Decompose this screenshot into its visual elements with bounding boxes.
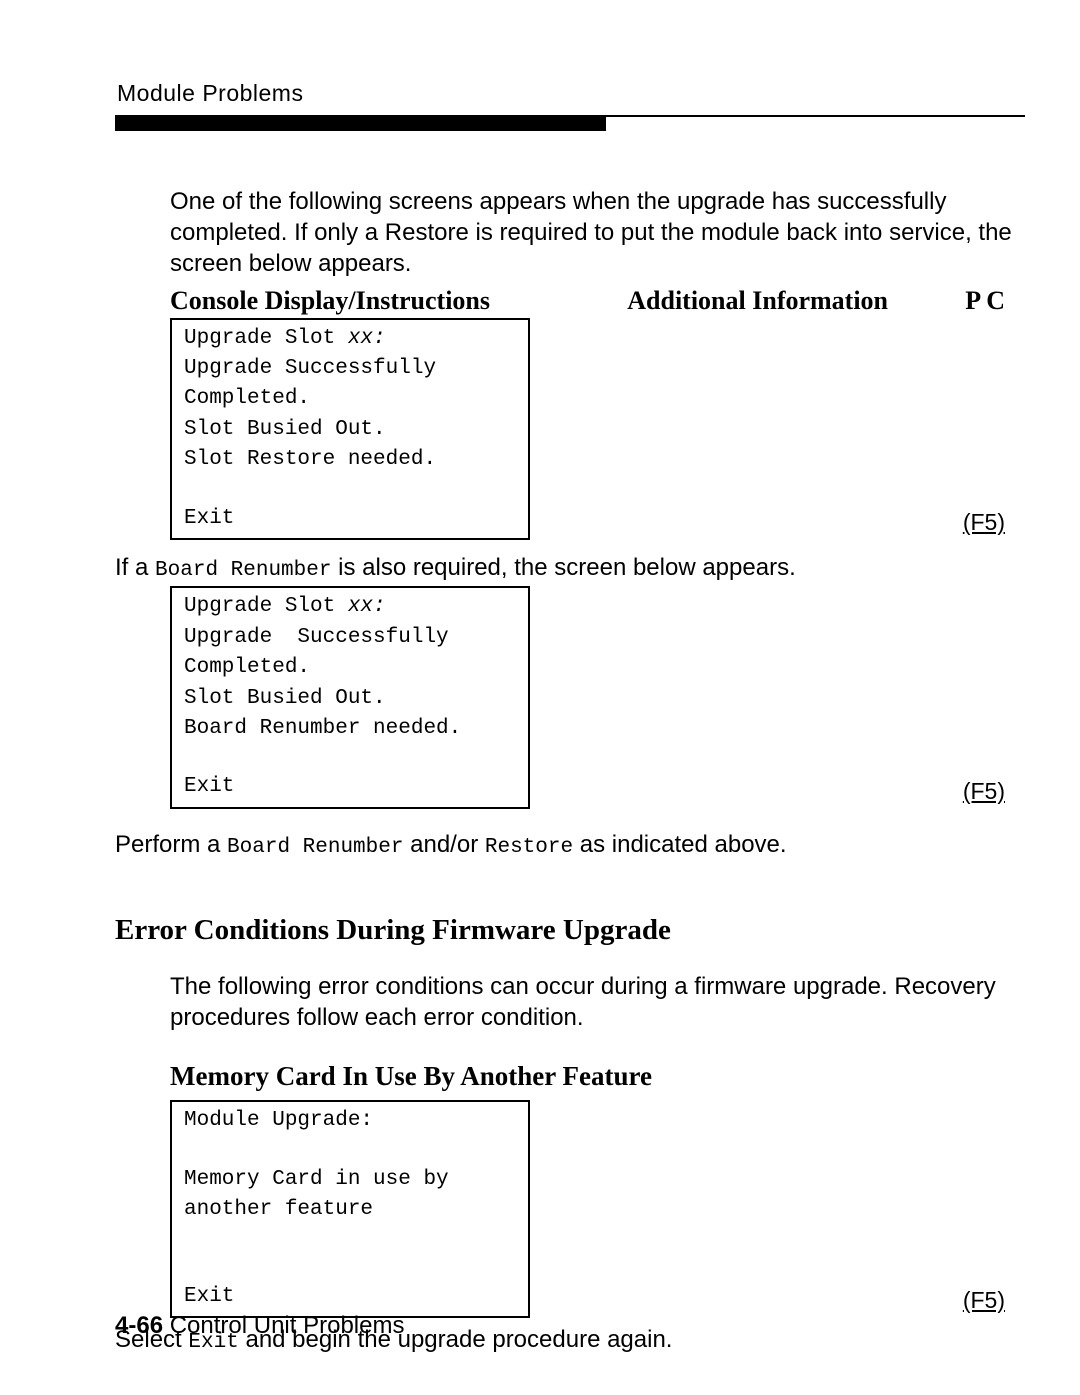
perform-mono1: Board Renumber [227, 836, 403, 859]
screen-2-row: Upgrade Slot xx: Upgrade Successfully Co… [170, 586, 1025, 809]
screen1-f5-key: (F5) [963, 509, 1005, 536]
screen2-line1a: Upgrade Slot [184, 595, 348, 618]
screen-2-box: Upgrade Slot xx: Upgrade Successfully Co… [170, 586, 530, 809]
screen1-line3: Completed. [184, 384, 516, 414]
screen3-exit: Exit [184, 1282, 516, 1312]
screen3-f5-key: (F5) [963, 1287, 1005, 1314]
additional-info-label: Additional Information [627, 286, 888, 316]
screen2-line1b: xx: [348, 595, 386, 618]
screen2-f5-key: (F5) [963, 778, 1005, 805]
screen1-line1b: xx: [348, 327, 386, 350]
screen1-line4: Slot Busied Out. [184, 415, 516, 445]
between1-post: is also required, the screen below appea… [331, 554, 795, 581]
perform-mono2: Restore [485, 836, 573, 859]
console-display-label: Console Display/Instructions [170, 286, 490, 316]
screen3-line1: Module Upgrade: [184, 1106, 516, 1136]
screen3-line4: another feature [184, 1195, 516, 1225]
error-section-body: The following error conditions can occur… [170, 971, 1025, 1033]
memcard-title: Memory Card In Use By Another Feature [170, 1061, 1025, 1092]
intro-paragraph: One of the following screens appears whe… [170, 186, 1025, 280]
screen-3-row: Module Upgrade: Memory Card in use by an… [170, 1100, 1025, 1318]
screen2-line3: Completed. [184, 653, 516, 683]
screen1-line2: Upgrade Successfully [184, 354, 516, 384]
screen1-line5: Slot Restore needed. [184, 445, 516, 475]
between1-pre: If a [115, 554, 155, 581]
screen2-line2: Upgrade Successfully [184, 623, 516, 653]
between1-mono: Board Renumber [155, 559, 331, 582]
pc-label: P C [965, 286, 1005, 316]
screen3-line3: Memory Card in use by [184, 1165, 516, 1195]
footer-label: Control Unit Problems [163, 1312, 404, 1339]
page-number: 4-66 [115, 1312, 163, 1339]
screen2-line4: Slot Busied Out. [184, 684, 516, 714]
console-header-row: Console Display/Instructions Additional … [170, 286, 1025, 316]
screen-1-box: Upgrade Slot xx: Upgrade Successfully Co… [170, 318, 530, 541]
running-head: Module Problems [115, 80, 1025, 113]
perform-post: as indicated above. [573, 831, 786, 858]
screen-1-row: Upgrade Slot xx: Upgrade Successfully Co… [170, 318, 1025, 541]
screen-3-box: Module Upgrade: Memory Card in use by an… [170, 1100, 530, 1318]
perform-mid: and/or [403, 831, 484, 858]
screen1-line1a: Upgrade Slot [184, 327, 348, 350]
screen2-line5: Board Renumber needed. [184, 714, 516, 744]
error-section-title: Error Conditions During Firmware Upgrade [115, 914, 1025, 947]
between1: If a Board Renumber is also required, th… [115, 554, 1025, 582]
page-footer: 4-66 Control Unit Problems [115, 1312, 404, 1340]
screen1-exit: Exit [184, 504, 516, 534]
screen2-exit: Exit [184, 772, 516, 802]
rule-thick [115, 117, 606, 131]
perform-pre: Perform a [115, 831, 227, 858]
perform-line: Perform a Board Renumber and/or Restore … [115, 831, 1025, 859]
